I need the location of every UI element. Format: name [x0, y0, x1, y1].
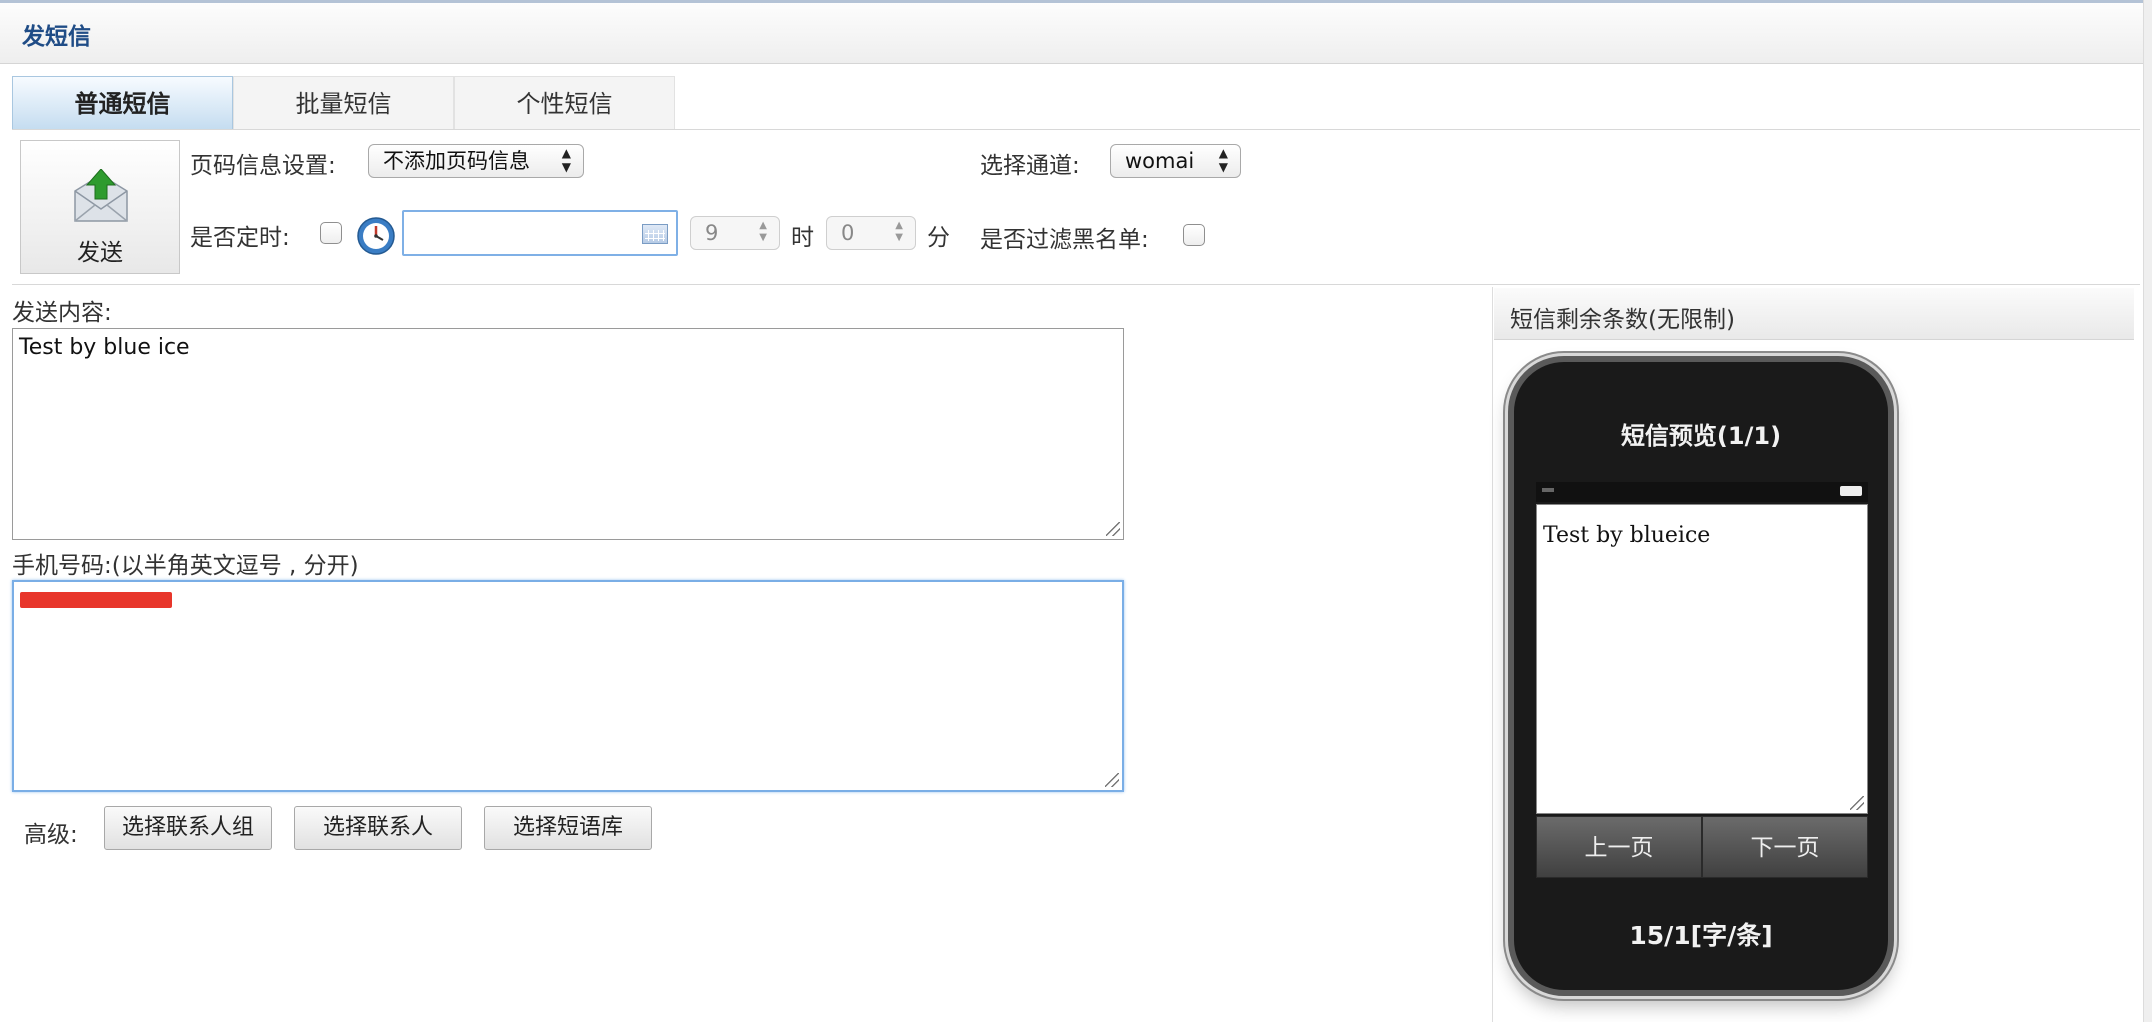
- page-header: 发短信: [0, 0, 2143, 64]
- section-divider: [12, 284, 2140, 285]
- clock-icon[interactable]: [356, 216, 396, 256]
- content-text: Test by blue ice: [19, 335, 190, 360]
- channel-select-value: womai: [1125, 149, 1195, 173]
- tab-personal-sms[interactable]: 个性短信: [454, 76, 675, 130]
- tab-normal-sms[interactable]: 普通短信: [12, 76, 233, 130]
- tab-bar: 普通短信 批量短信 个性短信: [12, 76, 677, 130]
- send-button-label: 发送: [77, 240, 123, 266]
- content-label: 发送内容:: [12, 300, 112, 326]
- resize-handle-icon[interactable]: [1106, 522, 1120, 536]
- select-contact-button[interactable]: 选择联系人: [294, 806, 462, 850]
- channel-select[interactable]: womai ▲ ▼: [1110, 144, 1241, 178]
- minute-spinner[interactable]: 0 ▲ ▼: [826, 216, 916, 250]
- hour-spinner[interactable]: 9 ▲ ▼: [690, 216, 780, 250]
- advanced-label: 高级:: [24, 822, 78, 848]
- preview-text: Test by blueice: [1543, 523, 1711, 548]
- hour-unit: 时: [791, 225, 814, 251]
- channel-label: 选择通道:: [980, 153, 1080, 179]
- schedule-label: 是否定时:: [190, 225, 290, 251]
- select-contact-group-button[interactable]: 选择联系人组: [104, 806, 272, 850]
- sms-remaining-header: 短信剩余条数(无限制): [1494, 288, 2134, 340]
- spinner-arrows-icon: ▲ ▼: [759, 220, 767, 243]
- phone-numbers-label: 手机号码:(以半角英文逗号 , 分开): [12, 553, 359, 579]
- select-arrows-icon: ▲ ▼: [561, 146, 571, 174]
- preview-char-count: 15/1[字/条]: [1629, 921, 1773, 950]
- page-info-select[interactable]: 不添加页码信息 ▲ ▼: [368, 144, 584, 178]
- page-info-label: 页码信息设置:: [190, 153, 336, 179]
- spinner-arrows-icon: ▲ ▼: [895, 220, 903, 243]
- preview-title: 短信预览(1/1): [1620, 422, 1782, 450]
- tab-divider: [12, 129, 2140, 130]
- select-phrase-library-button[interactable]: 选择短语库: [484, 806, 652, 850]
- blacklist-label: 是否过滤黑名单:: [980, 227, 1149, 253]
- resize-handle-icon[interactable]: [1850, 796, 1864, 810]
- preview-prev-button[interactable]: 上一页: [1536, 816, 1702, 878]
- tab-batch-sms[interactable]: 批量短信: [233, 76, 454, 130]
- preview-next-button[interactable]: 下一页: [1702, 816, 1868, 878]
- minute-value: 0: [841, 221, 855, 245]
- preview-nav: 上一页 下一页: [1536, 816, 1868, 878]
- window-edge: [2143, 0, 2152, 1022]
- minute-unit: 分: [927, 225, 950, 251]
- send-button[interactable]: 发送: [20, 140, 180, 274]
- redacted-phone-number: [20, 592, 172, 608]
- sms-remaining-title: 短信剩余条数(无限制): [1510, 307, 1735, 333]
- blacklist-checkbox[interactable]: [1183, 224, 1205, 246]
- phone-numbers-textarea[interactable]: [12, 580, 1124, 792]
- schedule-date-input[interactable]: [402, 210, 678, 256]
- panel-divider: [1492, 287, 1493, 1022]
- page-title: 发短信: [22, 24, 91, 50]
- content-textarea[interactable]: Test by blue ice: [12, 328, 1124, 540]
- send-envelope-icon: [74, 169, 128, 222]
- select-arrows-icon: ▲ ▼: [1218, 146, 1228, 174]
- phone-status-bar: [1536, 482, 1868, 502]
- preview-screen: Test by blueice: [1536, 504, 1868, 814]
- resize-handle-icon[interactable]: [1105, 773, 1119, 787]
- hour-value: 9: [705, 221, 719, 245]
- signal-icon: [1542, 488, 1554, 492]
- battery-icon: [1840, 486, 1862, 496]
- calendar-icon[interactable]: [642, 224, 668, 244]
- phone-preview: 短信预览(1/1) Test by blueice 上一页 下一页 15/1[字…: [1508, 356, 1894, 996]
- schedule-checkbox[interactable]: [320, 222, 342, 244]
- page-info-select-value: 不添加页码信息: [383, 149, 530, 173]
